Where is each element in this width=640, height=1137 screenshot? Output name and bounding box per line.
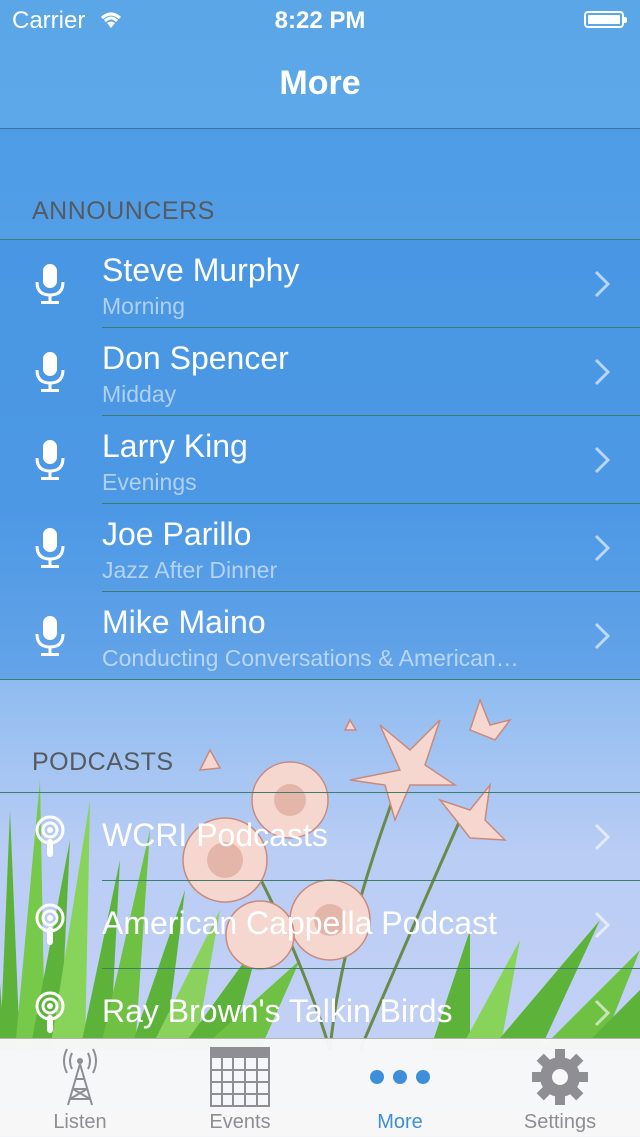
section-header-announcers: ANNOUNCERS: [32, 197, 215, 225]
announcer-name: Don Spencer: [102, 340, 289, 376]
announcer-row-steve-murphy[interactable]: Steve Murphy Morning: [0, 240, 640, 328]
podcast-row-wcri[interactable]: WCRI Podcasts: [0, 793, 640, 881]
podcast-name: Ray Brown's Talkin Birds: [102, 993, 453, 1029]
microphone-icon: [35, 264, 65, 304]
tab-label: Events: [209, 1111, 271, 1133]
status-bar: Carrier 8:22 PM: [0, 0, 640, 40]
radio-tower-icon: [63, 1048, 97, 1106]
page-title: More: [279, 64, 361, 102]
calendar-icon: [210, 1047, 270, 1107]
tab-listen[interactable]: Listen: [0, 1039, 160, 1137]
more-list[interactable]: ANNOUNCERS Steve Murphy Morning Don Spen…: [0, 129, 640, 1057]
tab-settings[interactable]: Settings: [480, 1039, 640, 1137]
chevron-right-icon: [594, 622, 610, 650]
announcer-name: Mike Maino: [102, 604, 266, 640]
microphone-icon: [35, 616, 65, 656]
tab-label: More: [377, 1111, 423, 1133]
podcast-icon: [35, 903, 65, 945]
announcer-slot: Evenings: [102, 469, 197, 495]
announcer-name: Larry King: [102, 428, 248, 464]
chevron-right-icon: [594, 999, 610, 1027]
tab-label: Listen: [53, 1111, 107, 1133]
announcer-slot: Conducting Conversations & American…: [102, 645, 519, 671]
announcer-row-don-spencer[interactable]: Don Spencer Midday: [0, 328, 640, 416]
microphone-icon: [35, 440, 65, 480]
announcers-group: Steve Murphy Morning Don Spencer Midday …: [0, 239, 640, 680]
status-time: 8:22 PM: [274, 7, 366, 34]
tab-bar: Listen Events More Settings: [0, 1038, 640, 1137]
tab-label: Settings: [523, 1111, 597, 1133]
chevron-right-icon: [594, 270, 610, 298]
announcer-name: Steve Murphy: [102, 252, 300, 288]
tab-more[interactable]: More: [320, 1039, 480, 1137]
microphone-icon: [35, 352, 65, 392]
announcer-row-mike-maino[interactable]: Mike Maino Conducting Conversations & Am…: [0, 592, 640, 680]
podcast-icon: [35, 991, 65, 1033]
podcast-name: WCRI Podcasts: [102, 817, 328, 853]
announcer-row-larry-king[interactable]: Larry King Evenings: [0, 416, 640, 504]
chevron-right-icon: [594, 823, 610, 851]
microphone-icon: [35, 528, 65, 568]
battery-icon: [584, 11, 627, 28]
announcer-row-joe-parillo[interactable]: Joe Parillo Jazz After Dinner: [0, 504, 640, 592]
chevron-right-icon: [594, 911, 610, 939]
announcer-slot: Jazz After Dinner: [102, 557, 278, 583]
chevron-right-icon: [594, 358, 610, 386]
podcast-name: American Cappella Podcast: [102, 905, 497, 941]
announcer-slot: Midday: [102, 381, 177, 407]
podcast-icon: [35, 815, 65, 857]
section-header-podcasts: PODCASTS: [32, 748, 174, 776]
podcast-row-american-cappella[interactable]: American Cappella Podcast: [0, 881, 640, 969]
more-dots-icon: [370, 1070, 430, 1084]
gear-icon: [532, 1049, 588, 1105]
chevron-right-icon: [594, 534, 610, 562]
podcasts-group: WCRI Podcasts American Cappella Podcast …: [0, 792, 640, 1057]
tab-events[interactable]: Events: [160, 1039, 320, 1137]
chevron-right-icon: [594, 446, 610, 474]
announcer-slot: Morning: [102, 293, 186, 319]
announcer-name: Joe Parillo: [102, 516, 252, 552]
